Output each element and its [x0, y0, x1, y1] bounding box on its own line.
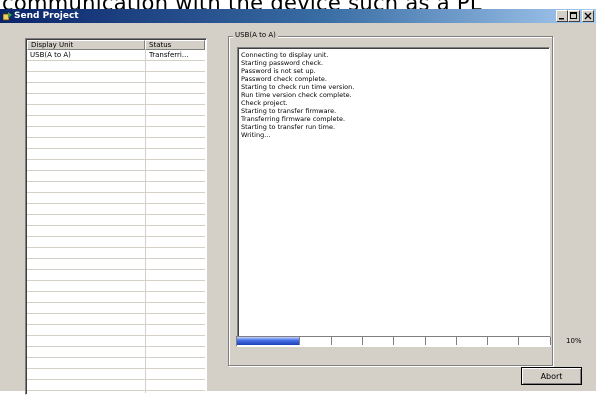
log-line: Transferring firmware complete.	[241, 115, 346, 123]
column-header-status[interactable]: Status	[145, 40, 205, 50]
maximize-button[interactable]	[568, 10, 580, 22]
transfer-progress-bar	[236, 336, 551, 347]
progress-segment-empty	[300, 337, 332, 345]
log-output[interactable]: Connecting to display unit. Starting pas…	[237, 47, 550, 337]
display-unit-list[interactable]: Display Unit Status USB(A to A) Transfer…	[25, 38, 207, 395]
progress-segment-empty	[331, 337, 363, 345]
progress-segment-empty	[487, 337, 520, 345]
log-line: Starting to check run time version.	[241, 83, 355, 91]
log-line: Run time version check complete.	[241, 91, 352, 99]
column-header-display-unit[interactable]: Display Unit	[27, 40, 145, 50]
log-line: Starting to transfer run time.	[241, 123, 336, 131]
cell-status: Transferri...	[149, 51, 189, 59]
log-line: Password is not set up.	[241, 67, 316, 75]
log-line: Check project.	[241, 99, 288, 107]
send-project-window: Send Project Display Unit Status USB(A t…	[0, 9, 596, 395]
list-header: Display Unit Status	[27, 40, 205, 50]
log-line: Connecting to display unit.	[241, 51, 329, 59]
progress-segment-empty	[362, 337, 395, 345]
log-group-label: USB(A to A)	[233, 31, 278, 40]
log-line: Starting password check.	[241, 59, 324, 67]
app-icon	[3, 12, 12, 21]
progress-segment-empty	[456, 337, 489, 345]
maximize-icon	[570, 12, 577, 19]
cell-display-unit: USB(A to A)	[30, 51, 71, 59]
minimize-icon	[559, 18, 564, 20]
column-separator	[145, 50, 146, 393]
log-line: Starting to transfer firmware.	[241, 107, 337, 115]
close-button[interactable]	[582, 10, 594, 22]
progress-segment-empty	[394, 337, 426, 345]
progress-segment-filled	[237, 337, 269, 345]
abort-button[interactable]: Abort	[521, 367, 582, 385]
progress-segment-empty	[425, 337, 457, 345]
log-line: Password check complete.	[241, 75, 327, 83]
progress-segment-filled	[268, 337, 301, 345]
minimize-button[interactable]	[556, 10, 568, 22]
list-rows-background	[27, 50, 205, 393]
progress-percent: 10%	[566, 337, 582, 345]
progress-segment-empty	[519, 337, 551, 345]
window-title: Send Project	[14, 11, 79, 21]
close-icon	[584, 12, 592, 20]
title-bar[interactable]: Send Project	[0, 9, 596, 23]
log-line: Writing...	[241, 131, 271, 139]
